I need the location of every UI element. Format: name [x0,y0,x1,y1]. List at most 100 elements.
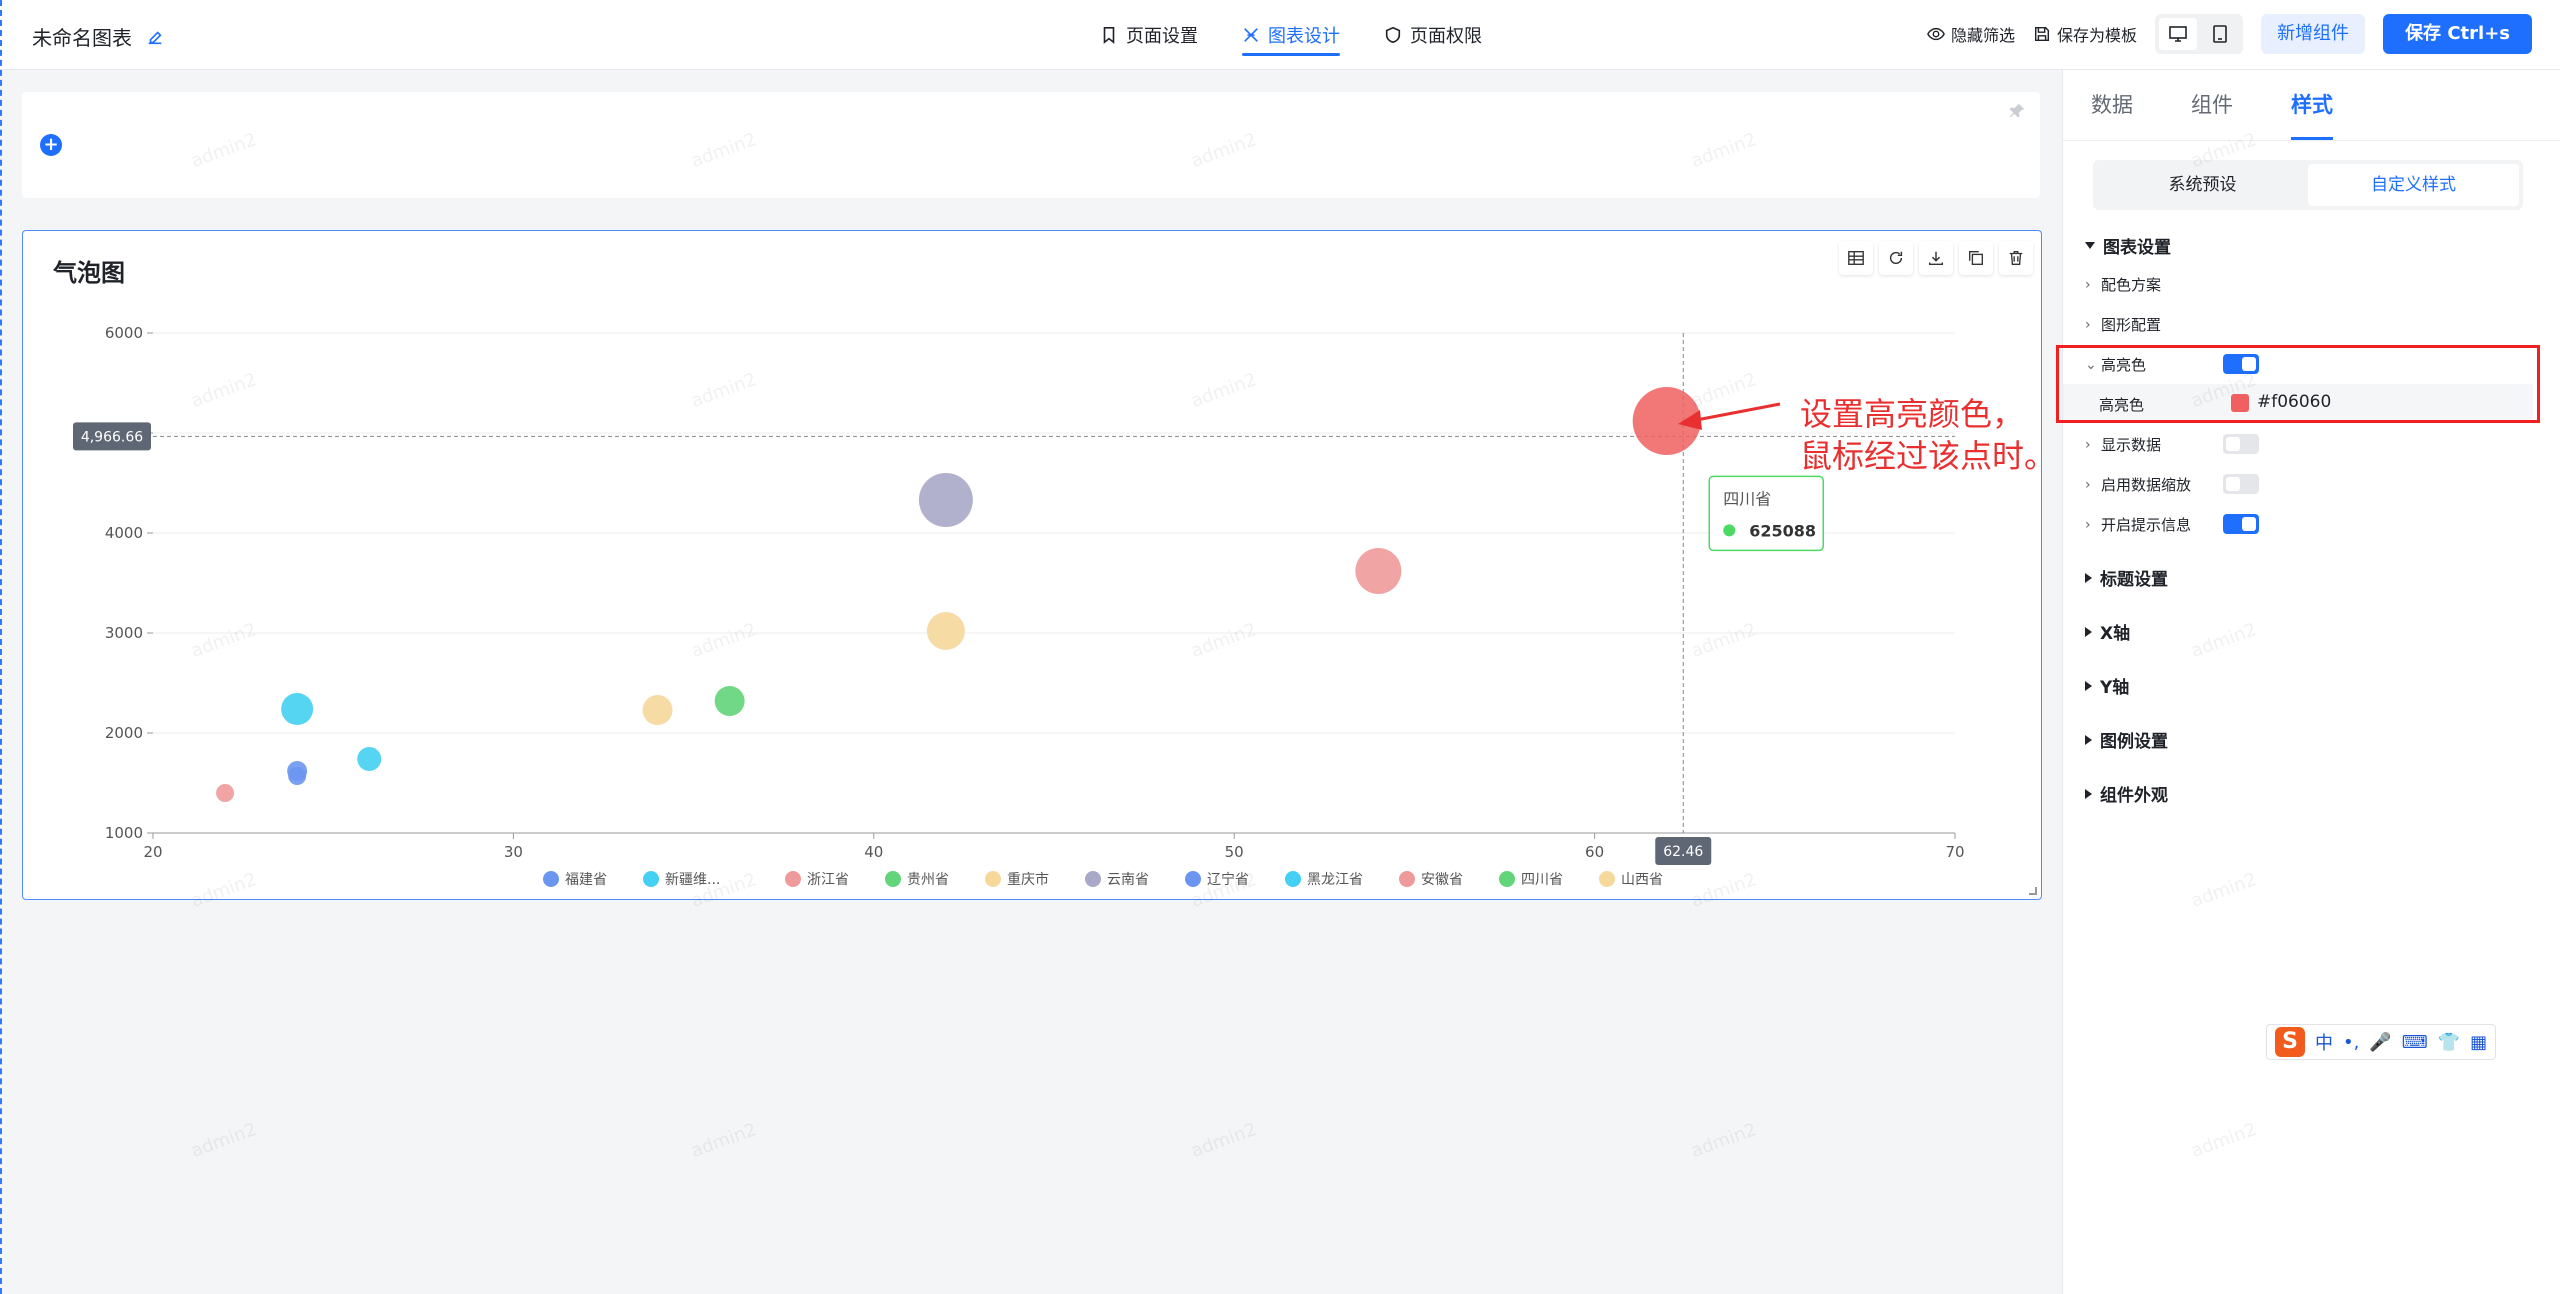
bubble-point[interactable] [1355,548,1402,594]
caret-right-icon [2085,680,2092,691]
seg-system-preset[interactable]: 系统预设 [2097,164,2308,206]
item-show-data[interactable]: › 显示数据 [2085,434,2161,455]
caret-right-icon [2085,626,2092,637]
hide-filter-button[interactable]: 隐藏筛选 [1927,22,2015,46]
ime-item[interactable]: •, [2343,1032,2359,1053]
legend-label[interactable]: 黑龙江省 [1307,872,1363,888]
crosshair-y-label: 4,966.66 [81,429,143,445]
x-tick-label: 60 [1585,843,1604,861]
chart-name-text: 未命名图表 [32,26,132,50]
chart-name: 未命名图表 [32,22,164,51]
y-tick-label: 2000 [105,724,143,742]
section-label: 图表设置 [2103,238,2171,258]
legend-label[interactable]: 重庆市 [1007,871,1049,888]
legend-marker [543,871,559,887]
chart-card[interactable]: 气泡图 100020003000400050006000203040506070… [22,230,2042,900]
legend-label[interactable]: 贵州省 [907,872,949,888]
save-template-label: 保存为模板 [2057,26,2138,45]
style-panel: 数据 组件 样式 系统预设 自定义样式 图表设置 › 配色方案 › 图形配置 ⌄ 高亮… [2062,70,2560,1294]
legend-label[interactable]: 辽宁省 [1207,871,1249,888]
caret-right-icon [2085,788,2092,799]
ime-logo[interactable]: S [2275,1027,2305,1057]
tooltip-toggle[interactable] [2223,514,2259,534]
section-chart-settings[interactable]: 图表设置 [2085,233,2171,258]
bubble-point[interactable] [918,473,973,527]
show-data-toggle[interactable] [2223,434,2259,454]
legend-marker [1599,871,1615,887]
legend-label[interactable]: 云南省 [1107,872,1149,888]
section-label: 组件外观 [2100,786,2168,806]
legend-label[interactable]: 四川省 [1521,872,1563,888]
ime-item[interactable]: ▦ [2470,1032,2487,1053]
data-zoom-toggle[interactable] [2223,474,2259,494]
tab-style[interactable]: 样式 [2291,70,2333,140]
add-component-button[interactable]: 新增组件 [2261,14,2366,54]
filter-area: + [22,92,2040,198]
resize-handle[interactable] [2029,887,2037,895]
nav-tabs: 页面设置 图表设计 页面权限 [1100,0,1482,70]
edit-icon[interactable] [146,28,164,46]
caret-right-icon [2085,734,2092,745]
tab-page-permission[interactable]: 页面权限 [1384,0,1482,70]
tab-data[interactable]: 数据 [2091,70,2133,140]
ime-item[interactable]: 🎤 [2369,1032,2391,1053]
bubble-point[interactable] [714,686,745,716]
bubble-point[interactable] [1632,387,1701,455]
tab-label: 页面设置 [1126,26,1198,47]
tooltip-value: 625088 [1749,521,1816,540]
tab-chart-design[interactable]: 图表设计 [1242,0,1340,70]
desktop-view-button[interactable] [2159,18,2198,50]
y-tick-label: 3000 [105,624,143,642]
monitor-icon [2169,26,2187,42]
legend-label[interactable]: 安徽省 [1421,872,1463,888]
tablet-view-button[interactable] [2201,18,2239,50]
seg-custom-style[interactable]: 自定义样式 [2308,164,2519,206]
legend-label[interactable]: 山西省 [1621,872,1663,888]
save-template-button[interactable]: 保存为模板 [2033,22,2137,46]
legend-label[interactable]: 新疆维... [665,872,720,888]
annotation-text: 设置高亮颜色， 鼠标经过该点时。 [1800,393,2056,477]
bubble-point[interactable] [926,612,965,650]
legend-marker [1085,871,1101,887]
bubble-point[interactable] [216,784,235,802]
item-label: 开启提示信息 [2101,516,2192,534]
section-title-settings[interactable]: 标题设置 [2085,565,2168,590]
bubble-point[interactable] [642,695,673,725]
annotation-line: 鼠标经过该点时。 [1800,437,2057,475]
section-y-axis[interactable]: Y轴 [2085,673,2129,698]
tab-component[interactable]: 组件 [2191,70,2233,140]
bubble-chart[interactable]: 1000200030004000500060002030405060704,96… [23,231,2043,901]
legend-label[interactable]: 浙江省 [807,872,849,888]
section-legend-settings[interactable]: 图例设置 [2085,727,2168,752]
bubble-point[interactable] [357,747,382,771]
x-tick-label: 70 [1945,843,1964,861]
watermark-text: admin2 [1188,1119,1260,1162]
watermark-text: admin2 [1688,1119,1760,1162]
item-label: 启用数据缩放 [2101,476,2192,494]
add-filter-button[interactable]: + [40,134,62,156]
section-label: Y轴 [2100,678,2130,698]
legend-marker [1499,871,1515,887]
bubble-point[interactable] [281,693,314,725]
item-shape-config[interactable]: › 图形配置 [2085,314,2161,335]
ime-item[interactable]: 中 [2315,1029,2333,1055]
y-tick-label: 6000 [105,324,143,342]
item-label: 显示数据 [2101,436,2162,454]
item-data-zoom[interactable]: › 启用数据缩放 [2085,474,2191,495]
legend-marker [1185,871,1201,887]
section-x-axis[interactable]: X轴 [2085,619,2130,644]
legend-label[interactable]: 福建省 [565,872,607,888]
x-tick-label: 50 [1225,843,1244,861]
panel-tabs: 数据 组件 样式 [2091,70,2333,140]
chevron-right-icon: › [2085,516,2091,533]
ime-item[interactable]: 👕 [2438,1032,2460,1053]
tab-page-settings[interactable]: 页面设置 [1100,0,1198,70]
section-appearance[interactable]: 组件外观 [2085,781,2168,806]
ime-item[interactable]: ⌨ [2402,1032,2428,1053]
canvas-edge [0,0,2,1294]
item-tooltip[interactable]: › 开启提示信息 [2085,514,2191,535]
item-color-scheme[interactable]: › 配色方案 [2085,274,2161,295]
pin-icon[interactable] [2008,102,2026,120]
save-button[interactable]: 保存 Ctrl+s [2383,14,2532,54]
bubble-point[interactable] [288,767,307,785]
